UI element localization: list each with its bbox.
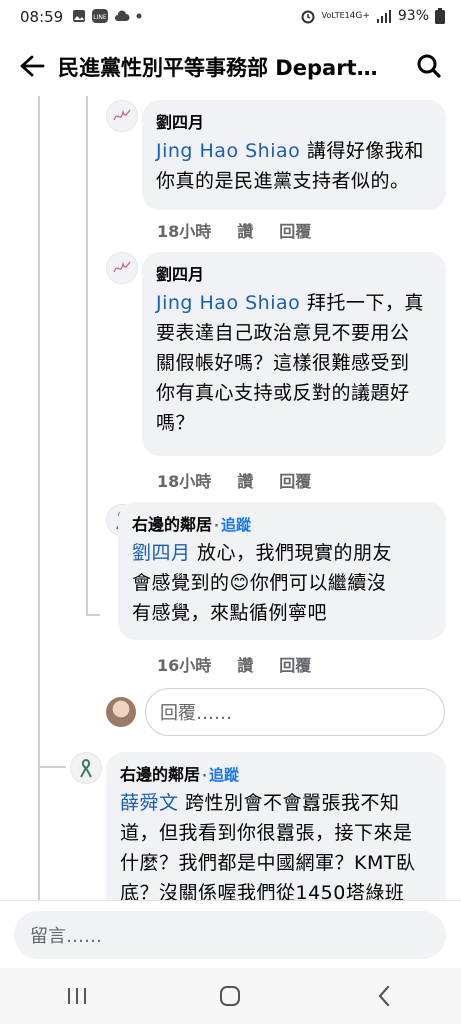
system-nav-bar xyxy=(0,968,461,1024)
home-icon xyxy=(220,986,241,1006)
recent-apps-icon xyxy=(67,988,86,1004)
comment-time: 18小時 xyxy=(157,472,212,491)
thread-line-inner xyxy=(86,96,88,616)
mention-link[interactable]: 薛舜文 xyxy=(120,792,179,814)
reply-button[interactable]: 回覆 xyxy=(279,218,311,242)
comment-bubble[interactable]: 劉四月 Jing Hao Shiao 拜托一下，真要表達自己政治意見不要用公 關假… xyxy=(142,252,446,456)
comment-text-line: 你真的是民進黨支持者似的。 xyxy=(156,170,410,192)
comment-thread[interactable]: 劉四月 Jing Hao Shiao 講得好像我和你真的是民進黨支持者似的。 1… xyxy=(0,96,461,900)
comment-text-line: 會感覺到的 xyxy=(132,572,230,594)
search-button[interactable] xyxy=(413,50,445,82)
comment-meta: 16小時 讚 回覆 xyxy=(157,652,311,676)
gallery-icon xyxy=(73,10,85,22)
comment-author[interactable]: 右邊的鄰居 xyxy=(132,515,212,534)
svg-text:LINE: LINE xyxy=(93,14,107,21)
page-title: 民進黨性別平等事務部 Departme… xyxy=(58,56,398,80)
comment-text-line: 什麼？我們都是中國網軍？KMT臥 xyxy=(120,852,416,874)
comment-author[interactable]: 右邊的鄰居 xyxy=(120,765,200,784)
back-button[interactable] xyxy=(16,50,48,82)
reply-input[interactable]: 回覆…… xyxy=(145,688,445,736)
follow-button[interactable]: 追蹤 xyxy=(209,766,239,784)
comment-text: Jing Hao Shiao 拜托一下，真要表達自己政治意見不要用公 關假帳好嗎？… xyxy=(156,288,432,438)
follow-button[interactable]: 追蹤 xyxy=(221,516,251,534)
mention-link[interactable]: Jing Hao Shiao xyxy=(156,140,300,162)
recent-apps-button[interactable] xyxy=(47,976,107,1016)
comment-meta: 18小時 讚 回覆 xyxy=(157,218,311,242)
cloud-icon xyxy=(115,10,130,21)
smile-emoji: 😊 xyxy=(229,572,250,594)
battery-icon xyxy=(435,8,445,24)
notification-icons: LINE xyxy=(72,9,142,23)
status-right: VoLTE1 4G+ 93% xyxy=(300,8,445,24)
comment-meta: 18小時 讚 回覆 xyxy=(157,468,311,492)
comment-text-line: 你有真心支持或反對的議題好 xyxy=(156,382,410,404)
comment-bubble[interactable]: 右邊的鄰居 · 追蹤 薛舜文 跨性別會不會囂張我不知道，但我看到你很囂張，接下來是什… xyxy=(106,752,446,900)
mention-link[interactable]: Jing Hao Shiao xyxy=(156,292,300,314)
ribbon-avatar-icon xyxy=(80,758,92,778)
thread-connector xyxy=(86,614,100,616)
like-button[interactable]: 讚 xyxy=(237,652,253,676)
comment-time: 18小時 xyxy=(157,222,212,241)
comment-text: Jing Hao Shiao 講得好像我和你真的是民進黨支持者似的。 xyxy=(156,136,432,196)
thread-connector-outer xyxy=(38,766,66,768)
comment-input[interactable]: 留言…… xyxy=(14,911,446,959)
signal-icon xyxy=(376,10,391,23)
reply-button[interactable]: 回覆 xyxy=(279,652,311,676)
avatar[interactable] xyxy=(70,752,102,784)
comment-text-line: 拜托一下，真 xyxy=(300,292,424,314)
comment-author-row: 右邊的鄰居 · 追蹤 xyxy=(132,512,432,538)
comment-text-line: 講得好像我和 xyxy=(300,140,424,162)
reply-button[interactable]: 回覆 xyxy=(279,468,311,492)
comment-text-line: 有感覺，來點循例寧吧 xyxy=(132,602,328,624)
mention-link[interactable]: 劉四月 xyxy=(132,542,191,564)
search-icon xyxy=(417,54,441,78)
app-bar: 民進黨性別平等事務部 Departme… xyxy=(0,36,461,96)
comment-bubble[interactable]: 右邊的鄰居 · 追蹤 劉四月 放心，我們現實的朋友會感覺到的😊你們可以繼續沒有感覺，… xyxy=(118,502,446,640)
arrow-left-icon xyxy=(20,55,45,77)
avatar[interactable] xyxy=(106,252,138,284)
like-button[interactable]: 讚 xyxy=(237,218,253,242)
back-nav-button[interactable] xyxy=(354,976,414,1016)
like-button[interactable]: 讚 xyxy=(237,468,253,492)
comment-text-line: 嗎？ xyxy=(156,412,196,434)
signature-avatar-icon xyxy=(113,261,131,273)
comment-text-line: 道，但我看到你很囂張，接下來是 xyxy=(120,822,413,844)
alarm-icon xyxy=(301,10,315,24)
comment-author[interactable]: 劉四月 xyxy=(156,262,432,288)
volte-label: VoLTE1 xyxy=(321,11,350,20)
comment-composer: 留言…… xyxy=(0,900,461,969)
status-bar: 08:59 LINE VoLTE1 4G+ 93% xyxy=(0,0,461,36)
comment-author[interactable]: 劉四月 xyxy=(156,110,432,136)
comment-text: 劉四月 放心，我們現實的朋友會感覺到的😊你們可以繼續沒有感覺，來點循例寧吧 xyxy=(132,538,432,628)
comment-author-row: 右邊的鄰居 · 追蹤 xyxy=(120,762,432,788)
network-type-label: 4G+ xyxy=(349,11,370,21)
comment-bubble[interactable]: 劉四月 Jing Hao Shiao 講得好像我和你真的是民進黨支持者似的。 xyxy=(142,100,446,210)
thread-line-outer xyxy=(38,96,40,900)
comment-time: 16小時 xyxy=(157,656,212,675)
comment-text-line: 底？沒關係喔我們從1450塔綠班 xyxy=(120,882,405,900)
signature-avatar-icon xyxy=(113,109,131,121)
separator-dot: · xyxy=(202,769,207,784)
battery-percent: 93% xyxy=(397,8,429,24)
separator-dot: · xyxy=(214,519,219,534)
chevron-left-icon xyxy=(378,985,390,1007)
comment-text-line: 跨性別會不會囂張我不知 xyxy=(178,792,400,814)
user-avatar xyxy=(106,697,136,727)
status-time: 08:59 xyxy=(20,8,64,26)
comment-text-line: 關假帳好嗎？這樣很難感受到 xyxy=(156,352,410,374)
home-button[interactable] xyxy=(200,976,260,1016)
line-app-icon: LINE xyxy=(92,9,108,23)
comment-text-line: 放心，我們現實的朋友 xyxy=(190,542,393,564)
more-dot-icon xyxy=(136,13,142,19)
comment-text-line: 你們可以繼續沒 xyxy=(249,572,387,594)
comment-text-line: 要表達自己政治意見不要用公 xyxy=(156,322,410,344)
comment-text: 薛舜文 跨性別會不會囂張我不知道，但我看到你很囂張，接下來是 什麼？我們都是中國網… xyxy=(120,788,432,900)
avatar[interactable] xyxy=(106,100,138,132)
